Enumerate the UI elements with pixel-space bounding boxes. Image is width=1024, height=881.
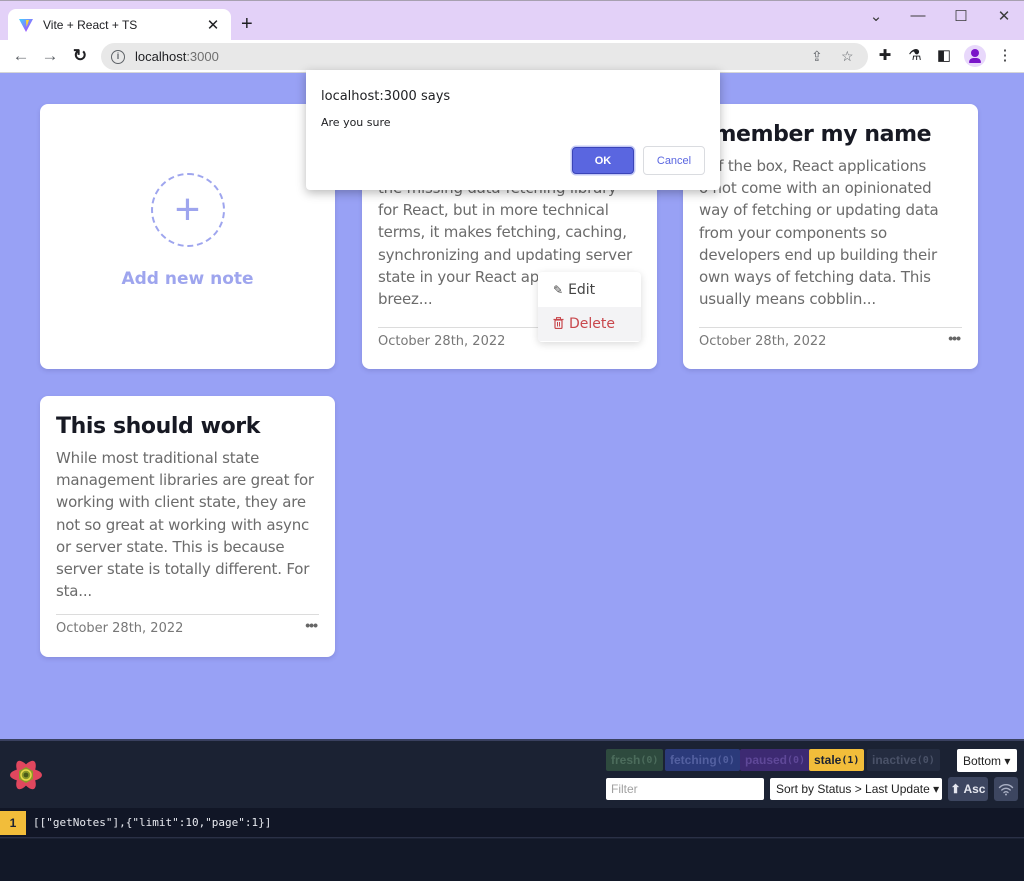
- query-observer-count: 1: [0, 810, 26, 835]
- forward-button[interactable]: →: [38, 44, 62, 68]
- note-body-line: from your components so: [699, 223, 888, 242]
- plus-icon: +: [174, 184, 201, 234]
- pill-label: fresh: [611, 753, 641, 767]
- note-body-line: t of the box, React applications: [699, 157, 927, 175]
- status-pill-paused: paused (0): [740, 749, 811, 771]
- note-body-line: o not come with an opinionated: [699, 179, 932, 198]
- side-panel-icon[interactable]: ◧: [934, 46, 954, 64]
- pill-count: (0): [787, 754, 806, 766]
- url-port: :3000: [186, 49, 219, 64]
- browser-tab-bar: Vite + React + TS ✕ + ⌄ — ☐ ✕: [0, 0, 1024, 41]
- ok-button[interactable]: OK: [572, 147, 634, 174]
- labs-flask-icon[interactable]: ⚗: [905, 46, 925, 64]
- position-select[interactable]: Bottom ▾: [957, 749, 1017, 772]
- maximize-button[interactable]: ☐: [951, 7, 971, 25]
- note-body-line: sta...: [56, 582, 92, 601]
- browser-toolbar: ← → ↻ i localhost:3000 ⇪ ☆ ✚ ⚗ ◧ ⋮: [0, 40, 1024, 73]
- status-pill-fresh: fresh (0): [606, 749, 664, 771]
- filter-input[interactable]: [606, 778, 764, 800]
- address-bar[interactable]: i localhost:3000 ⇪ ☆: [101, 43, 868, 70]
- more-options-icon[interactable]: •••: [305, 617, 318, 633]
- pill-count: (0): [716, 754, 735, 766]
- note-divider: [56, 614, 319, 615]
- note-body-line: or server state. This is because: [56, 537, 285, 556]
- note-body-line: management libraries are great for: [56, 471, 314, 490]
- note-date: October 28th, 2022: [56, 621, 184, 636]
- query-row[interactable]: 1 [["getNotes"],{"limit":10,"page":1}]: [0, 808, 1024, 838]
- note-body-line: working with client state, they are: [56, 493, 306, 512]
- react-query-logo-icon[interactable]: [8, 757, 44, 793]
- note-card: This should work While most traditional …: [40, 396, 335, 657]
- pill-count: (0): [916, 754, 935, 766]
- query-details-area: [0, 839, 1024, 881]
- pencil-icon: ✎: [553, 283, 564, 297]
- sort-select[interactable]: Sort by Status > Last Update ▾: [770, 778, 942, 800]
- note-body-line: not so great at working with async: [56, 515, 310, 534]
- note-date: October 28th, 2022: [378, 334, 506, 349]
- dialog-message: Are you sure: [321, 116, 391, 129]
- pill-label: stale: [814, 753, 842, 767]
- note-body-line: way of fetching or updating data: [699, 201, 939, 220]
- add-note-label: Add new note: [121, 268, 254, 289]
- pill-label: paused: [745, 753, 788, 767]
- note-body: t of the box, React applications o not c…: [699, 155, 939, 310]
- note-title: emember my name: [699, 122, 932, 147]
- wifi-icon: [998, 784, 1014, 796]
- pill-label: fetching: [670, 753, 717, 767]
- note-divider: [699, 327, 962, 328]
- share-icon[interactable]: ⇪: [811, 48, 823, 65]
- url-host: localhost: [135, 49, 187, 64]
- add-note-card[interactable]: + Add new note: [40, 104, 335, 369]
- reload-button[interactable]: ↻: [68, 44, 92, 68]
- sort-direction-button[interactable]: ⬆ Asc: [948, 777, 988, 801]
- note-body-line: While most traditional state: [56, 449, 260, 467]
- tab-search-icon[interactable]: ⌄: [866, 7, 886, 25]
- site-info-icon[interactable]: i: [111, 49, 125, 64]
- status-pill-fetching: fetching (0): [665, 749, 740, 771]
- edit-menu-item[interactable]: ✎ Edit: [538, 273, 641, 307]
- profile-avatar-icon[interactable]: [964, 45, 986, 67]
- react-query-devtools: fresh (0) fetching (0) paused (0) stale (1) …: [0, 739, 1024, 881]
- new-tab-button[interactable]: +: [241, 13, 253, 35]
- trash-icon: [553, 316, 564, 332]
- add-circle: +: [150, 172, 225, 247]
- note-body-line: usually means cobblin...: [699, 290, 876, 309]
- tab-title: Vite + React + TS: [43, 18, 138, 32]
- note-body-line: own ways of fetching data. This: [699, 268, 931, 287]
- status-pill-stale: stale (1): [809, 749, 865, 771]
- cancel-button[interactable]: Cancel: [643, 146, 705, 175]
- note-body-line: terms, it makes fetching, caching,: [378, 223, 627, 242]
- note-body-line: developers end up building their: [699, 245, 937, 264]
- extensions-puzzle-icon[interactable]: ✚: [875, 46, 895, 64]
- edit-label: Edit: [568, 282, 596, 298]
- query-key: [["getNotes"],{"limit":10,"page":1}]: [33, 816, 272, 829]
- online-toggle-button[interactable]: [994, 777, 1018, 801]
- vite-logo-icon: [19, 19, 33, 32]
- delete-menu-item[interactable]: Delete: [538, 307, 641, 341]
- note-card: emember my name t of the box, React appl…: [683, 104, 978, 369]
- note-body: While most traditional state management …: [56, 447, 314, 602]
- note-title: This should work: [56, 414, 260, 439]
- status-pill-inactive: inactive (0): [867, 749, 940, 771]
- menu-kebab-icon[interactable]: ⋮: [995, 46, 1015, 64]
- more-options-icon[interactable]: •••: [948, 330, 961, 346]
- bookmark-star-icon[interactable]: ☆: [841, 48, 854, 65]
- note-date: October 28th, 2022: [699, 334, 827, 349]
- dialog-title: localhost:3000 says: [321, 89, 451, 104]
- pill-count: (1): [841, 754, 860, 766]
- delete-label: Delete: [569, 316, 615, 332]
- browser-tab[interactable]: Vite + React + TS ✕: [8, 9, 231, 41]
- close-window-button[interactable]: ✕: [994, 7, 1014, 25]
- pill-label: inactive: [872, 753, 917, 767]
- close-tab-icon[interactable]: ✕: [205, 16, 221, 34]
- minimize-button[interactable]: —: [908, 7, 928, 24]
- note-body-line: server state is totally different. For: [56, 560, 310, 579]
- note-context-menu: ✎ Edit Delete: [538, 272, 641, 342]
- note-body-line: synchronizing and updating server: [378, 245, 632, 264]
- pill-count: (0): [640, 754, 659, 766]
- back-button[interactable]: ←: [9, 44, 33, 68]
- note-body-line: for React, but in more technical: [378, 201, 609, 220]
